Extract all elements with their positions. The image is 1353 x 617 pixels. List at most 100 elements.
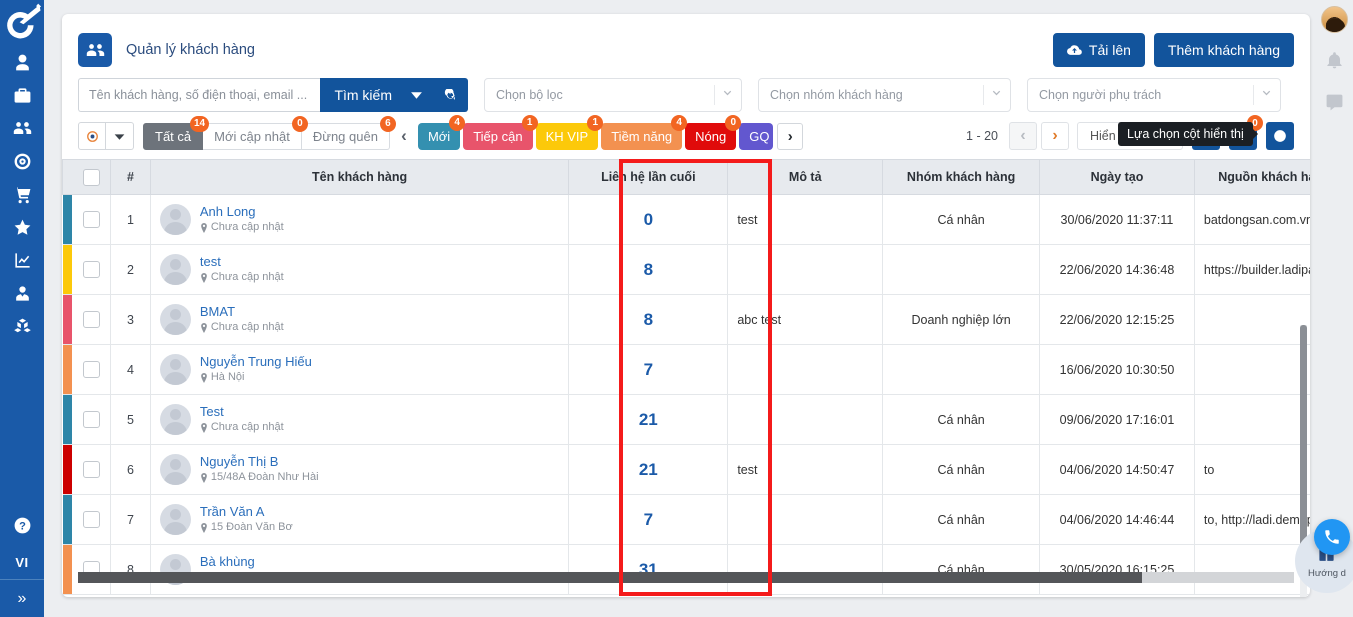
upload-button[interactable]: Tải lên (1053, 33, 1145, 67)
customer-name-link[interactable]: Nguyễn Thị B (200, 454, 319, 470)
sidebar-item-contacts[interactable] (0, 46, 44, 79)
sidebar-item-staff[interactable] (0, 277, 44, 310)
sidebar-language[interactable]: VI (0, 545, 44, 579)
customer-name-link[interactable]: test (200, 254, 284, 270)
customer-name-link[interactable]: Anh Long (200, 204, 284, 220)
status-chip-tiem-nang[interactable]: Tiềm năng 4 (601, 123, 682, 150)
select-all-checkbox[interactable] (83, 169, 100, 186)
filter-select[interactable]: Chọn bộ lọc (484, 78, 742, 112)
chevron-down-icon (1261, 88, 1272, 102)
caret-down-icon[interactable] (406, 78, 433, 112)
customer-name-link[interactable]: BMAT (200, 304, 284, 320)
sidebar-item-products[interactable] (0, 310, 44, 343)
table-row[interactable]: 3BMATChưa cập nhật8abc testDoanh nghiệp … (63, 295, 1311, 345)
bell-icon[interactable] (1325, 51, 1344, 75)
horizontal-scrollbar[interactable] (78, 572, 1294, 583)
map-marker-icon (200, 223, 208, 233)
tab-all[interactable]: Tất cả 14 (143, 123, 203, 150)
row-created: 04/06/2020 14:46:44 (1040, 495, 1195, 545)
sidebar-item-orders[interactable] (0, 178, 44, 211)
status-chip-moi[interactable]: Mới 4 (418, 123, 460, 150)
row-checkbox[interactable] (83, 461, 100, 478)
owner-select[interactable]: Chọn người phụ trách (1027, 78, 1281, 112)
row-select-cell (72, 395, 111, 445)
avatar[interactable] (1321, 6, 1348, 33)
tab-recently-updated[interactable]: Mới cập nhật 0 (203, 123, 302, 150)
table-body: 1Anh LongChưa cập nhật0testCá nhân30/06/… (63, 195, 1311, 595)
pagination-prev-button[interactable]: ‹ (1009, 122, 1037, 150)
customer-table-wrapper: # Tên khách hàng Liên hệ lần cuối Mô tả … (62, 159, 1310, 597)
row-checkbox[interactable] (83, 511, 100, 528)
table-row[interactable]: 6Nguyễn Thị B15/48A Đoàn Như Hài21testCá… (63, 445, 1311, 495)
target-circle-icon[interactable] (78, 122, 106, 150)
last-contact-value: 8 (644, 310, 653, 329)
sidebar-item-favorites[interactable] (0, 211, 44, 244)
customer-name-link[interactable]: Nguyễn Trung Hiếu (200, 354, 312, 370)
status-chip-kh-vip[interactable]: KH VIP 1 (536, 123, 599, 150)
tab-dont-forget[interactable]: Đừng quên 6 (302, 123, 390, 150)
brand-logo-icon[interactable] (0, 0, 44, 46)
customer-name-link[interactable]: Test (200, 404, 284, 420)
row-status-stripe (63, 245, 72, 295)
customer-address: 15 Đoàn Văn Bơ (200, 520, 293, 534)
sidebar-item-reports[interactable] (0, 244, 44, 277)
col-header-name[interactable]: Tên khách hàng (150, 160, 568, 195)
customer-name-link[interactable]: Trần Văn A (200, 504, 293, 520)
row-checkbox[interactable] (83, 361, 100, 378)
status-chip-nong[interactable]: Nóng 0 (685, 123, 736, 150)
sidebar-item-briefcase[interactable] (0, 79, 44, 112)
row-checkbox[interactable] (83, 211, 100, 228)
stripe-header (63, 160, 72, 195)
svg-text:?: ? (19, 520, 26, 532)
col-header-source[interactable]: Nguồn khách hàng (1194, 160, 1310, 195)
row-source: to (1194, 445, 1310, 495)
table-row[interactable]: 5TestChưa cập nhật21Cá nhân09/06/2020 17… (63, 395, 1311, 445)
question-circle-icon[interactable]: ? (0, 505, 44, 545)
table-row[interactable]: 2testChưa cập nhật822/06/2020 14:36:48ht… (63, 245, 1311, 295)
refresh-icon[interactable] (433, 78, 468, 112)
horizontal-scrollbar-thumb[interactable] (78, 572, 1142, 583)
tab-recently-updated-badge: 0 (292, 116, 308, 132)
table-row[interactable]: 4Nguyễn Trung HiếuHà Nội716/06/2020 10:3… (63, 345, 1311, 395)
tab-dont-forget-label: Đừng quên (313, 129, 378, 144)
customer-address: 15/48A Đoàn Như Hài (200, 470, 319, 484)
customer-name-link[interactable]: Bà khùng (200, 554, 284, 570)
chips-prev-button[interactable]: ‹ (393, 123, 415, 150)
chips-next-button[interactable]: › (777, 123, 803, 150)
sidebar-item-customers[interactable] (0, 112, 44, 145)
col-header-created[interactable]: Ngày tạo (1040, 160, 1195, 195)
phone-icon[interactable] (1314, 519, 1350, 555)
row-description: test (728, 445, 883, 495)
row-status-stripe (63, 195, 72, 245)
row-checkbox[interactable] (83, 411, 100, 428)
comment-icon[interactable] (1325, 93, 1344, 117)
row-group (883, 245, 1040, 295)
row-checkbox[interactable] (83, 261, 100, 278)
status-chip-tiep-can[interactable]: Tiếp cận 1 (463, 123, 532, 150)
table-row[interactable]: 8Bà khùngChưa cập nhật31Cá nhân30/05/202… (63, 545, 1311, 595)
customer-text: Trần Văn A15 Đoàn Văn Bơ (200, 504, 293, 535)
table-row[interactable]: 1Anh LongChưa cập nhật0testCá nhân30/06/… (63, 195, 1311, 245)
table-row[interactable]: 7Trần Văn A15 Đoàn Văn Bơ7Cá nhân04/06/2… (63, 495, 1311, 545)
customer-group-select[interactable]: Chọn nhóm khách hàng (758, 78, 1011, 112)
row-checkbox[interactable] (83, 311, 100, 328)
col-header-last-contact[interactable]: Liên hệ lần cuối (569, 160, 728, 195)
sidebar-item-targets[interactable] (0, 145, 44, 178)
search-button[interactable]: Tìm kiếm (320, 78, 406, 112)
map-marker-icon (200, 423, 208, 433)
chevron-double-right-icon[interactable]: » (0, 579, 44, 617)
status-filter-caret[interactable] (106, 122, 134, 150)
avatar (160, 454, 191, 485)
owner-select-label: Chọn người phụ trách (1039, 88, 1161, 102)
search-input[interactable] (78, 78, 320, 112)
clock-icon[interactable] (1266, 122, 1294, 150)
status-chip-gq[interactable]: GQ (739, 123, 773, 150)
pagination-next-button[interactable]: › (1041, 122, 1069, 150)
row-last-contact: 7 (569, 495, 728, 545)
col-header-index[interactable]: # (111, 160, 151, 195)
row-index: 7 (111, 495, 151, 545)
col-header-group[interactable]: Nhóm khách hàng (883, 160, 1040, 195)
add-customer-button[interactable]: Thêm khách hàng (1154, 33, 1294, 67)
row-group: Cá nhân (883, 545, 1040, 595)
col-header-description[interactable]: Mô tả (728, 160, 883, 195)
